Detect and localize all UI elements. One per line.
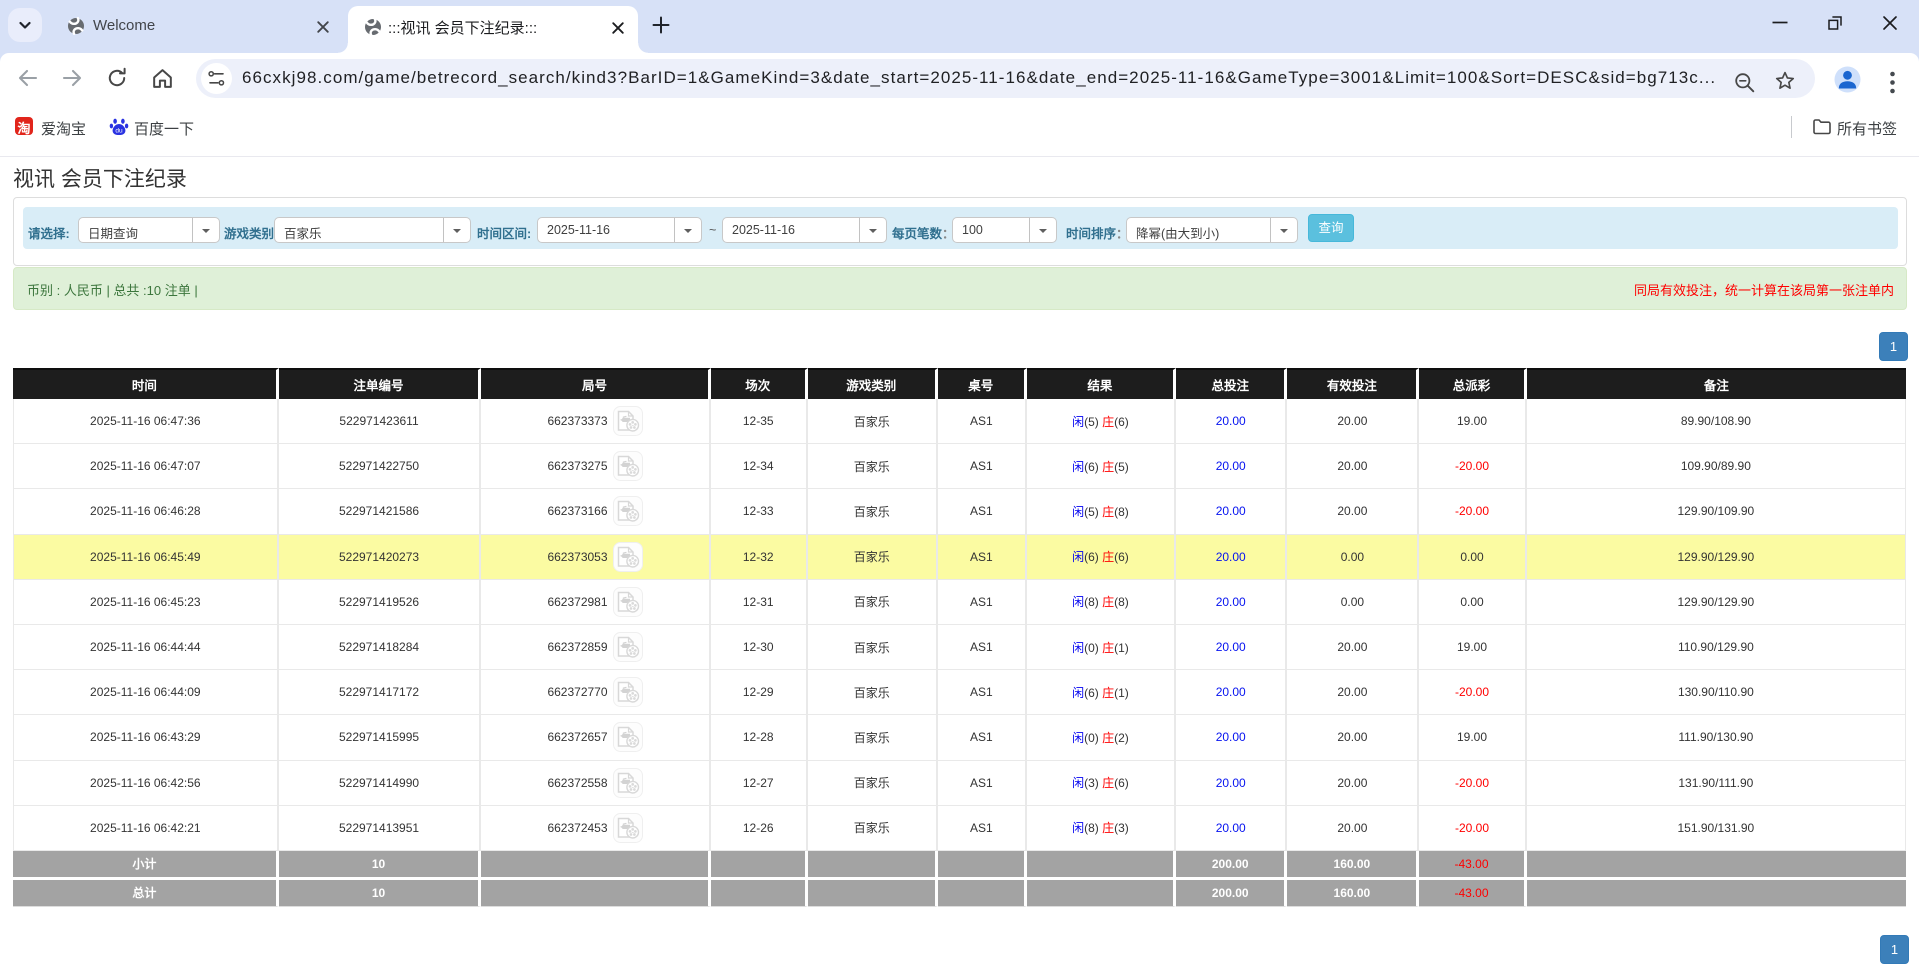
- svg-text:du: du: [115, 127, 123, 134]
